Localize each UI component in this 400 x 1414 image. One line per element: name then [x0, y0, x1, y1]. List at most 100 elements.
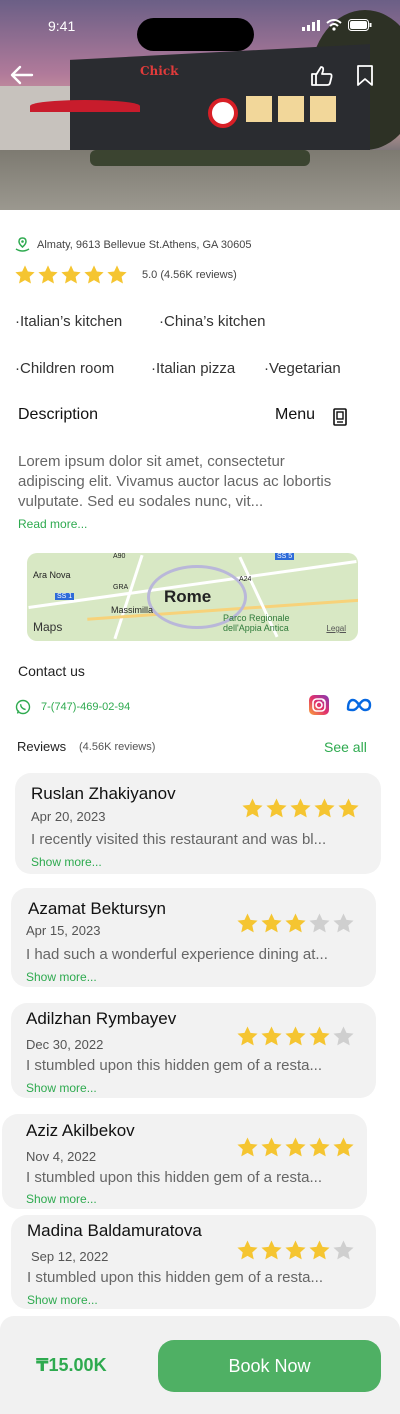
review-date: Nov 4, 2022 — [26, 1149, 97, 1164]
tag-chip[interactable]: ·Italian’s kitchen — [15, 313, 122, 330]
map-label: A90 — [113, 553, 126, 560]
reviewer-name: Azamat Bektursyn — [28, 899, 166, 918]
star-filled-icon — [285, 913, 306, 933]
review-date: Dec 30, 2022 — [26, 1037, 104, 1052]
map-label: GRA — [113, 584, 129, 591]
hero-image: Chick 9:41 — [0, 0, 400, 210]
star-filled-icon — [266, 798, 287, 818]
map-label: Ara Nova — [33, 570, 71, 580]
tag-chip[interactable]: ·Vegetarian — [264, 360, 341, 377]
map-park-label: Parco Regionale dell'Appia Antica — [223, 613, 290, 633]
thumbs-up-icon — [311, 66, 333, 86]
star-empty-icon — [333, 913, 354, 933]
map-legal-link[interactable]: Legal — [326, 624, 346, 633]
star-filled-icon — [309, 1240, 330, 1260]
review-text: I stumbled upon this hidden gem of a res… — [26, 1057, 323, 1074]
star-filled-icon — [237, 1026, 258, 1046]
map-label: SS 5 — [275, 553, 295, 560]
star-filled-icon — [338, 798, 359, 818]
instagram-icon[interactable] — [308, 694, 330, 716]
reviewer-name: Adilzhan Rymbayev — [26, 1009, 177, 1028]
bookmark-button[interactable] — [352, 63, 378, 89]
see-all-link[interactable]: See all — [324, 739, 367, 755]
review-card[interactable]: Azamat Bektursyn Apr 15, 2023 I had such… — [11, 888, 376, 987]
reviewer-name: Ruslan Zhakiyanov — [31, 784, 176, 803]
status-time: 9:41 — [48, 18, 76, 34]
star-filled-icon — [261, 1240, 282, 1260]
map-road — [113, 554, 144, 640]
rating-stars — [14, 264, 128, 286]
review-stars — [236, 912, 355, 935]
review-card[interactable]: Madina Baldamuratova Sep 12, 2022 I stum… — [11, 1215, 376, 1309]
star-filled-icon — [285, 1026, 306, 1046]
wifi-icon — [326, 19, 342, 31]
review-card[interactable]: Aziz Akilbekov Nov 4, 2022 I stumbled up… — [2, 1114, 367, 1209]
read-more-link[interactable]: Read more... — [18, 517, 87, 531]
maps-brand: Maps — [33, 620, 63, 634]
star-filled-icon — [15, 265, 35, 284]
review-card[interactable]: Adilzhan Rymbayev Dec 30, 2022 I stumble… — [11, 1003, 376, 1098]
meta-icon[interactable] — [345, 694, 373, 716]
star-empty-icon — [333, 1240, 354, 1260]
review-text: I had such a wonderful experience dining… — [26, 946, 328, 963]
review-text: I stumbled upon this hidden gem of a res… — [27, 1269, 324, 1286]
star-filled-icon — [261, 913, 282, 933]
review-text: I recently visited this restaurant and w… — [31, 831, 327, 848]
star-filled-icon — [38, 265, 58, 284]
show-more-link[interactable]: Show more... — [31, 855, 102, 869]
dynamic-island — [137, 18, 254, 51]
review-date: Apr 20, 2023 — [31, 809, 106, 824]
rating-text: 5.0 (4.56K reviews) — [142, 269, 237, 281]
rating-row: 5.0 (4.56K reviews) — [14, 264, 237, 286]
phone-row[interactable]: 7-(747)-469-02-94 — [15, 699, 130, 715]
reviewer-name: Madina Baldamuratova — [27, 1221, 202, 1240]
star-filled-icon — [107, 265, 127, 284]
map-preview[interactable]: Ara Nova Massimilla A90 GRA SS 1 A24 SS … — [27, 553, 358, 641]
description-title[interactable]: Description — [18, 406, 98, 424]
review-date: Sep 12, 2022 — [31, 1249, 109, 1264]
price-label: ₸15.00K — [36, 1355, 107, 1375]
battery-icon — [348, 19, 372, 31]
phone-number[interactable]: 7-(747)-469-02-94 — [41, 701, 130, 713]
window-graphic — [310, 96, 336, 122]
map-city-label: Rome — [164, 587, 212, 606]
star-filled-icon — [309, 1137, 330, 1157]
restaurant-logo — [208, 98, 238, 128]
review-stars — [236, 1239, 355, 1262]
restaurant-sign: Chick — [140, 64, 179, 78]
star-filled-icon — [242, 798, 263, 818]
map-label: A24 — [239, 576, 252, 583]
map-label: Massimilla — [111, 605, 154, 615]
menu-link[interactable]: Menu — [275, 406, 315, 424]
star-filled-icon — [237, 913, 258, 933]
back-button[interactable] — [9, 62, 35, 88]
star-filled-icon — [314, 798, 335, 818]
tag-chip[interactable]: ·Italian pizza — [151, 360, 235, 377]
tag-chip[interactable]: ·China’s kitchen — [159, 313, 265, 330]
review-text: I stumbled upon this hidden gem of a res… — [26, 1169, 323, 1186]
review-stars — [236, 1025, 355, 1048]
show-more-link[interactable]: Show more... — [26, 1192, 97, 1206]
star-filled-icon — [333, 1137, 354, 1157]
window-graphic — [246, 96, 272, 122]
star-filled-icon — [309, 1026, 330, 1046]
menu-book-icon[interactable] — [332, 408, 348, 426]
bookmark-icon — [357, 65, 373, 86]
star-filled-icon — [285, 1137, 306, 1157]
plants-graphic — [90, 150, 310, 166]
book-now-button[interactable]: Book Now — [158, 1340, 381, 1392]
whatsapp-icon — [15, 699, 31, 715]
tag-chip[interactable]: ·Children room — [15, 360, 114, 377]
star-filled-icon — [237, 1240, 258, 1260]
star-filled-icon — [261, 1026, 282, 1046]
address-row: Almaty, 9613 Bellevue St.Athens, GA 3060… — [14, 236, 251, 253]
show-more-link[interactable]: Show more... — [27, 1293, 98, 1307]
like-button[interactable] — [309, 63, 335, 89]
review-card[interactable]: Ruslan Zhakiyanov Apr 20, 2023 I recentl… — [15, 773, 381, 874]
map-label: SS 1 — [55, 593, 75, 600]
star-empty-icon — [333, 1026, 354, 1046]
show-more-link[interactable]: Show more... — [26, 1081, 97, 1095]
arrow-left-icon — [10, 65, 34, 85]
reviews-count: (4.56K reviews) — [79, 741, 156, 753]
show-more-link[interactable]: Show more... — [26, 970, 97, 984]
